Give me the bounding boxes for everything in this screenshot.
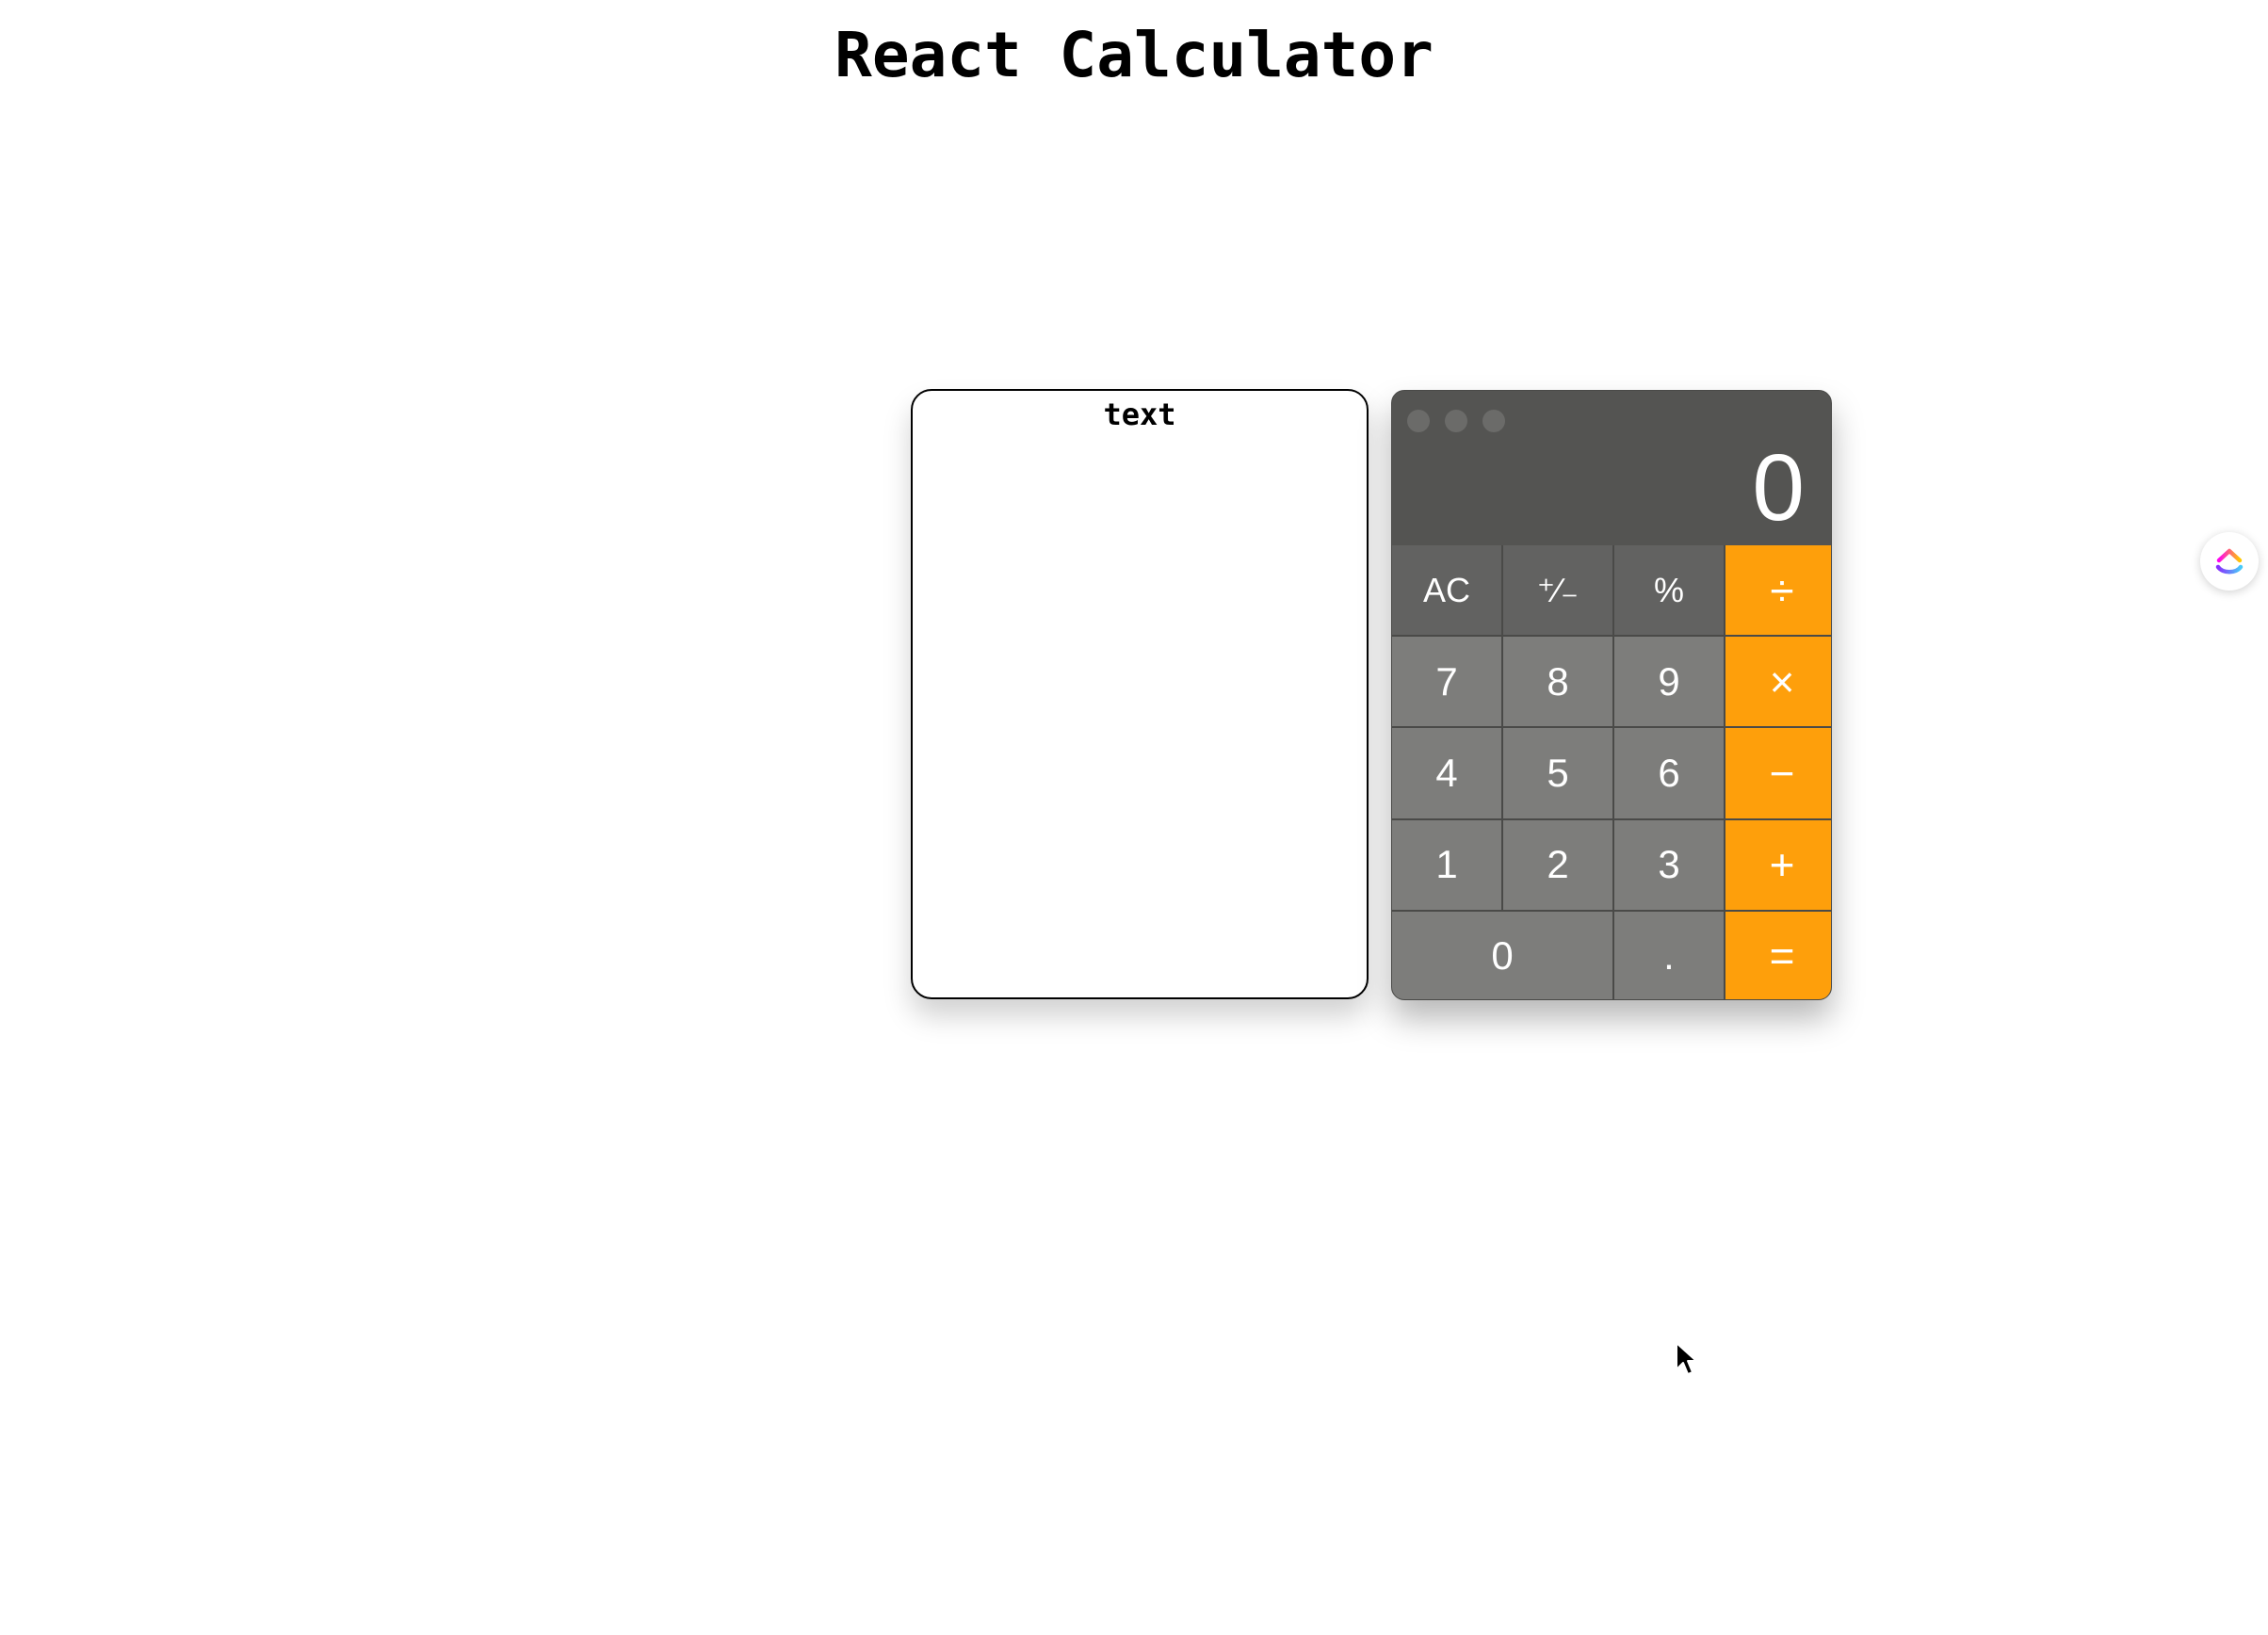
digit-0-button[interactable]: 0 bbox=[1392, 911, 1612, 999]
divide-button[interactable]: ÷ bbox=[1725, 545, 1831, 636]
text-panel: text bbox=[911, 389, 1369, 999]
digit-2-button[interactable]: 2 bbox=[1503, 819, 1612, 910]
add-button[interactable]: + bbox=[1725, 819, 1831, 910]
clickup-logo-svg bbox=[2215, 548, 2244, 575]
text-panel-label: text bbox=[1103, 397, 1176, 432]
close-icon[interactable] bbox=[1407, 410, 1430, 432]
zoom-icon[interactable] bbox=[1482, 410, 1505, 432]
digit-9-button[interactable]: 9 bbox=[1614, 637, 1724, 727]
clickup-logo-icon[interactable] bbox=[2200, 532, 2259, 591]
subtract-button[interactable]: − bbox=[1725, 728, 1831, 818]
toggle-sign-button[interactable]: ⁺∕₋ bbox=[1503, 545, 1612, 636]
digit-5-button[interactable]: 5 bbox=[1503, 728, 1612, 818]
calculator-window: 0 AC ⁺∕₋ % ÷ 7 8 9 × 4 5 6 − 1 2 3 + 0 .… bbox=[1391, 390, 1832, 1000]
digit-4-button[interactable]: 4 bbox=[1392, 728, 1501, 818]
digit-8-button[interactable]: 8 bbox=[1503, 637, 1612, 727]
digit-7-button[interactable]: 7 bbox=[1392, 637, 1501, 727]
digit-6-button[interactable]: 6 bbox=[1614, 728, 1724, 818]
digit-1-button[interactable]: 1 bbox=[1392, 819, 1501, 910]
calculator-display: 0 bbox=[1752, 435, 1805, 541]
mouse-cursor-icon bbox=[1676, 1342, 1697, 1375]
percent-button[interactable]: % bbox=[1614, 545, 1724, 636]
calculator-keypad: AC ⁺∕₋ % ÷ 7 8 9 × 4 5 6 − 1 2 3 + 0 . = bbox=[1392, 545, 1831, 999]
clear-button[interactable]: AC bbox=[1392, 545, 1501, 636]
digit-3-button[interactable]: 3 bbox=[1614, 819, 1724, 910]
multiply-button[interactable]: × bbox=[1725, 637, 1831, 727]
equals-button[interactable]: = bbox=[1725, 911, 1831, 999]
page-title: React Calculator bbox=[834, 19, 1434, 91]
minimize-icon[interactable] bbox=[1445, 410, 1467, 432]
decimal-button[interactable]: . bbox=[1614, 911, 1724, 999]
